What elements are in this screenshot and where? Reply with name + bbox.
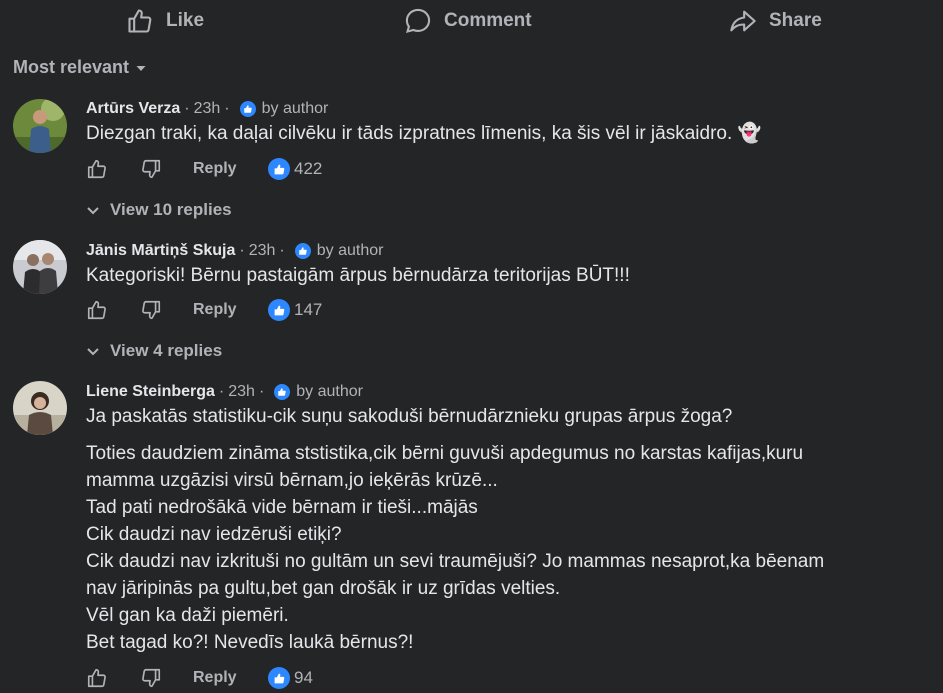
comment-meta: Jānis Mārtiņš Skuja · 23h · by author xyxy=(86,242,383,260)
comment-text: Ja paskatās statistiku-cik suņu sakoduši… xyxy=(86,403,824,656)
caret-down-icon xyxy=(136,65,146,71)
dot-separator: · xyxy=(258,383,265,400)
like-reaction-icon xyxy=(268,158,290,180)
comment-line: Kategoriski! Bērnu pastaigām ārpus bērnu… xyxy=(86,265,630,286)
avatar-image xyxy=(13,99,67,153)
by-author-label: by author xyxy=(261,100,329,117)
like-reaction-icon xyxy=(268,299,290,321)
like-count: 147 xyxy=(294,300,323,319)
avatar[interactable] xyxy=(13,381,67,435)
avatar-image xyxy=(13,381,67,435)
by-author-label: by author xyxy=(296,383,363,400)
comment-meta: Liene Steinberga · 23h · by author xyxy=(86,383,363,401)
share-arrow-icon xyxy=(730,10,756,32)
comment-label: Comment xyxy=(444,10,532,31)
speech-bubble-icon xyxy=(405,8,431,33)
author-name[interactable]: Liene Steinberga xyxy=(86,383,215,401)
verified-badge-icon xyxy=(239,101,256,117)
timestamp[interactable]: 23h xyxy=(249,242,276,260)
comment-actions: Reply 94 xyxy=(86,665,486,691)
share-label: Share xyxy=(769,10,822,31)
reaction-count[interactable]: 147 xyxy=(268,299,322,321)
thumbs-up-icon[interactable] xyxy=(86,158,108,180)
timestamp[interactable]: 23h xyxy=(228,383,255,401)
dot-separator: · xyxy=(279,242,285,259)
verified-badge-icon xyxy=(294,243,311,259)
avatar[interactable] xyxy=(13,99,67,153)
comment-line: Bet tagad ko?! Nevedīs laukā bērnus?! xyxy=(86,632,414,653)
chevron-down-icon xyxy=(87,348,99,356)
reaction-count[interactable]: 422 xyxy=(268,158,322,180)
view-replies-label: View 10 replies xyxy=(110,200,232,219)
verified-badge-icon xyxy=(274,384,291,400)
comment-line: mamma uzgāzisi virsū bērnam,jo ieķērās k… xyxy=(86,470,498,491)
thumbs-down-icon[interactable] xyxy=(140,667,162,689)
like-button[interactable]: Like xyxy=(126,0,204,42)
comment-meta: Artūrs Verza · 23h · by author xyxy=(86,100,328,118)
view-replies-button[interactable]: View 10 replies xyxy=(86,200,232,220)
author-name[interactable]: Artūrs Verza xyxy=(86,100,180,118)
reply-button[interactable]: Reply xyxy=(193,301,237,319)
comment-line: Tad pati nedrošākā vide bērnam ir tieši.… xyxy=(86,497,478,518)
post-action-bar: Like Comment Share xyxy=(0,0,943,44)
like-label: Like xyxy=(166,10,205,31)
comment-text: Diezgan traki, ka daļai cilvēku ir tāds … xyxy=(86,120,761,147)
thumbs-down-icon[interactable] xyxy=(140,299,162,321)
comment-line: Diezgan traki, ka daļai cilvēku ir tāds … xyxy=(86,123,762,144)
thumbs-up-icon xyxy=(128,9,152,33)
reply-button[interactable]: Reply xyxy=(193,669,237,687)
reaction-count[interactable]: 94 xyxy=(268,667,313,689)
dot-separator: · xyxy=(184,100,190,117)
thumbs-up-icon[interactable] xyxy=(86,667,108,689)
by-author-label: by author xyxy=(316,242,384,259)
like-reaction-icon xyxy=(268,667,290,689)
sort-label: Most relevant xyxy=(13,57,130,77)
like-count: 422 xyxy=(294,159,323,178)
comment-line: nav jāripinās pa gultu,bet gan drošāk ir… xyxy=(86,578,561,599)
view-replies-button[interactable]: View 4 replies xyxy=(86,341,222,361)
dot-separator: · xyxy=(224,100,230,117)
timestamp[interactable]: 23h xyxy=(194,100,221,118)
comment-line: Toties daudziem zināma ststistika,cik bē… xyxy=(86,443,804,464)
comment-actions: Reply 422 xyxy=(86,156,486,182)
reply-button[interactable]: Reply xyxy=(193,160,237,178)
like-count: 94 xyxy=(294,668,313,687)
thumbs-down-icon[interactable] xyxy=(140,158,162,180)
avatar-image xyxy=(13,240,67,294)
sort-dropdown[interactable]: Most relevant xyxy=(13,57,147,78)
comment-actions: Reply 147 xyxy=(86,297,486,323)
avatar[interactable] xyxy=(13,240,67,294)
comment-line: Cik daudzi nav izkrituši no gultām un se… xyxy=(86,551,825,572)
share-button[interactable]: Share xyxy=(729,0,822,42)
author-name[interactable]: Jānis Mārtiņš Skuja xyxy=(86,242,235,260)
chevron-down-icon xyxy=(87,207,99,215)
dot-separator: · xyxy=(218,383,225,400)
comment-button[interactable]: Comment xyxy=(404,0,532,42)
comment-text: Kategoriski! Bērnu pastaigām ārpus bērnu… xyxy=(86,262,630,289)
dot-separator: · xyxy=(239,242,245,259)
comment-line: Cik daudzi nav iedzēruši etiķi? xyxy=(86,524,342,545)
thumbs-up-icon[interactable] xyxy=(86,299,108,321)
comment-line: Ja paskatās statistiku-cik suņu sakoduši… xyxy=(86,406,733,427)
comment-line: Vēl gan ka daži piemēri. xyxy=(86,605,289,626)
view-replies-label: View 4 replies xyxy=(110,341,223,360)
